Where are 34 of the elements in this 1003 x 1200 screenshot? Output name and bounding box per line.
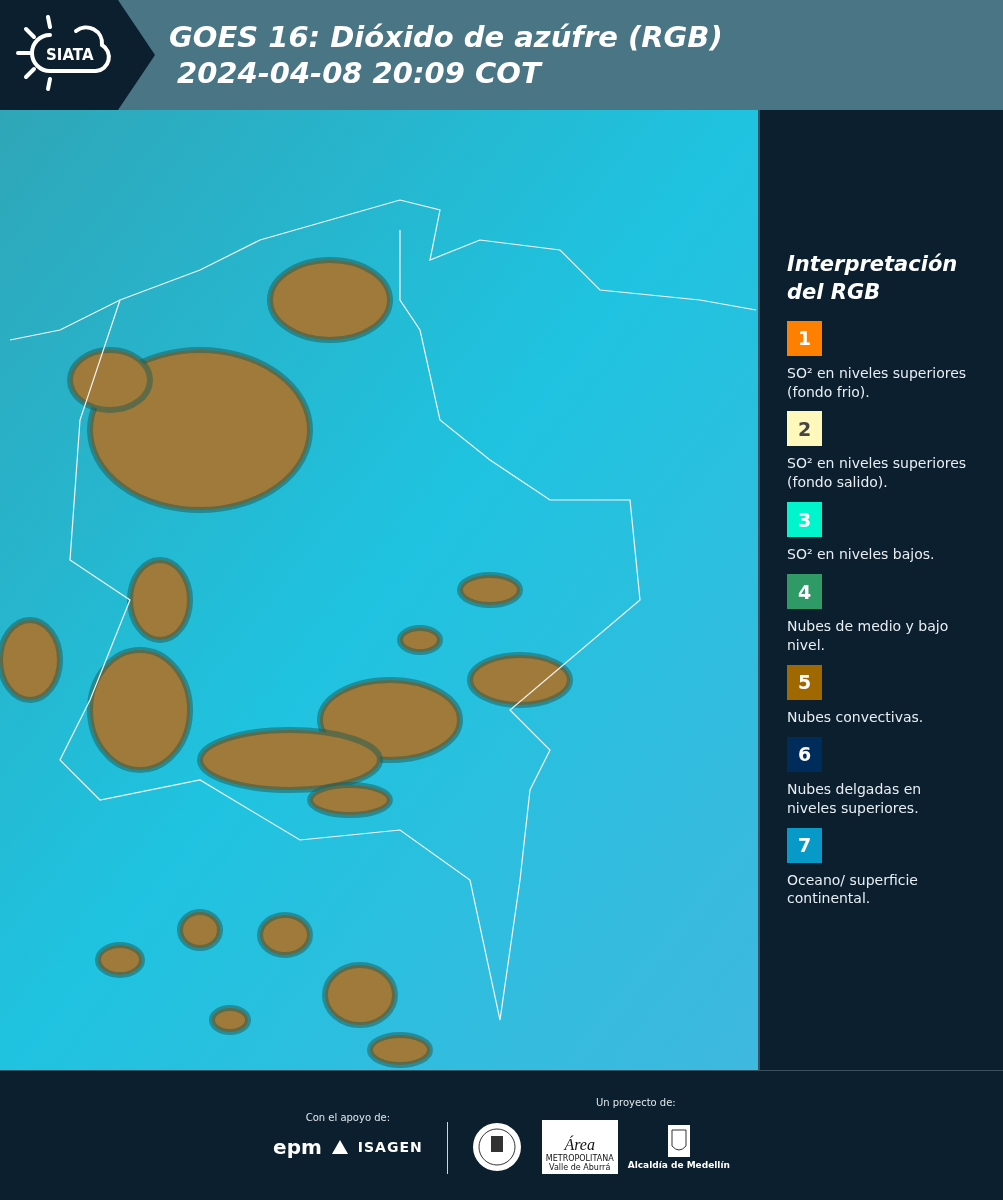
legend-swatch: 1 xyxy=(787,320,822,356)
cloud-patch xyxy=(397,625,443,655)
sponsor-logo: epm xyxy=(273,1135,322,1159)
timestamp: 2024-04-08 20:09 COT xyxy=(176,56,544,90)
legend-swatch: 2 xyxy=(787,411,822,447)
legend-text: SO² en niveles superiores (fondo frio). xyxy=(787,363,967,402)
legend-text: Nubes de medio y bajo nivel. xyxy=(787,617,950,655)
project-label: Un proyecto de: xyxy=(595,1097,676,1108)
legend-text: Nubes convectivas. xyxy=(787,707,925,727)
seal-icon xyxy=(471,1121,522,1172)
coat-of-arms-icon xyxy=(666,1124,691,1158)
legend-text: SO² en niveles bajos. xyxy=(787,545,936,565)
legend-text: SO² en niveles superiores (fondo salido). xyxy=(787,454,967,493)
legend-swatch: 4 xyxy=(787,574,822,610)
legend-swatch: 5 xyxy=(787,664,822,700)
support-label: Con el apoyo de: xyxy=(305,1112,391,1123)
legend-text: Oceano/ superficie continental. xyxy=(787,870,919,909)
area-logo: Área METROPOLITANA Valle de Aburrá xyxy=(541,1120,618,1174)
cloud-patch xyxy=(457,572,523,608)
triangle-logo-icon xyxy=(331,1140,348,1154)
logo-text: SIATA xyxy=(46,46,94,64)
cloud-patch xyxy=(177,909,223,951)
cloud-patch xyxy=(209,1005,251,1035)
legend-swatch: 6 xyxy=(787,736,822,772)
cloud-patch xyxy=(257,912,313,958)
cloud-patch xyxy=(95,942,145,978)
sponsor-logo: ISAGEN xyxy=(357,1139,423,1155)
legend-text: Nubes delgadas en niveles superiores. xyxy=(787,779,923,818)
cloud-patch xyxy=(367,1032,433,1068)
legend-swatch: 7 xyxy=(787,827,822,863)
legend-title: Interpretación del RGB xyxy=(787,251,959,307)
legend-swatch: 3 xyxy=(787,502,822,538)
page-title: GOES 16: Dióxido de azúfre (RGB) xyxy=(169,20,723,54)
city-logo-text: Alcaldía de Medellín xyxy=(627,1160,730,1170)
